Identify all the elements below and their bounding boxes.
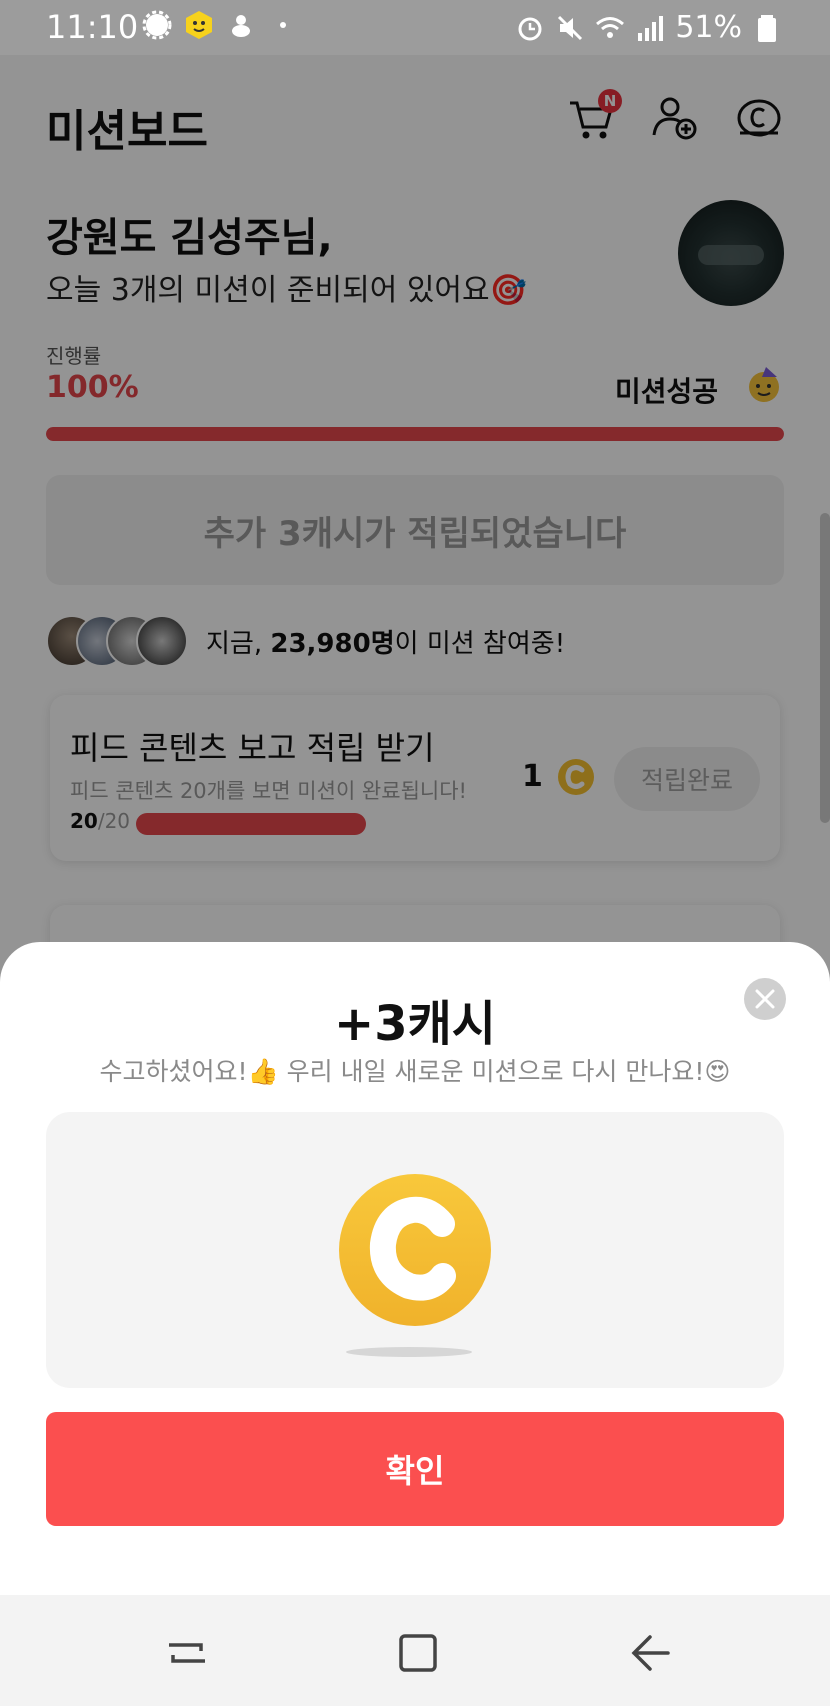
- status-time: 11:10: [46, 8, 139, 46]
- wifi-icon: [596, 16, 625, 38]
- confirm-button[interactable]: 확인: [46, 1412, 784, 1526]
- status-bar: 11:10 51%: [0, 0, 830, 55]
- reward-subtitle: 수고하셨어요!👍 우리 내일 새로운 미션으로 다시 만나요!😍: [99, 1057, 731, 1086]
- coin-display: [46, 1112, 784, 1388]
- coin-shadow: [346, 1347, 472, 1357]
- alarm-icon: [518, 17, 542, 40]
- reward-bottom-sheet: +3캐시 수고하셨어요!👍 우리 내일 새로운 미션으로 다시 만나요!😍 확인: [0, 942, 830, 1595]
- battery-percent: 51%: [675, 10, 742, 45]
- emoji-badge-icon: [186, 11, 212, 39]
- back-icon[interactable]: [628, 1631, 672, 1675]
- mute-icon: [558, 15, 583, 40]
- home-icon[interactable]: [396, 1631, 440, 1675]
- reward-title: +3캐시: [334, 996, 496, 1052]
- gear-icon: [142, 10, 172, 40]
- signal-icon: [638, 15, 664, 41]
- system-nav-bar: [0, 1595, 830, 1706]
- recent-apps-icon[interactable]: [165, 1631, 209, 1675]
- cash-coin-icon: [339, 1174, 491, 1326]
- pet-icon: [232, 15, 250, 37]
- dot-icon: [280, 22, 286, 28]
- battery-icon: [758, 14, 776, 42]
